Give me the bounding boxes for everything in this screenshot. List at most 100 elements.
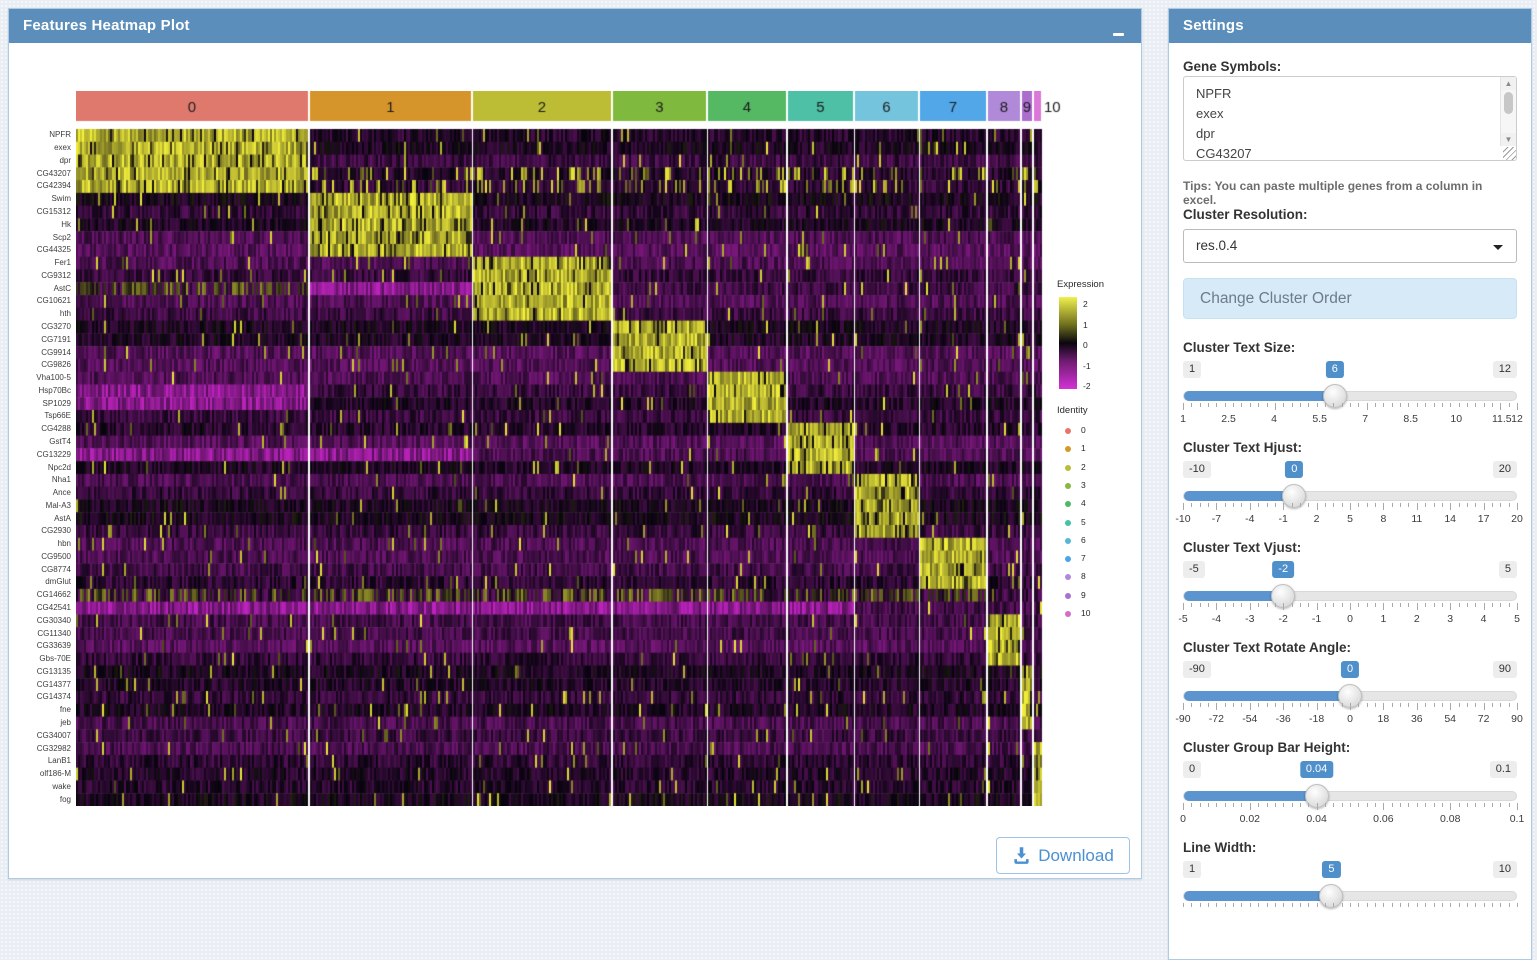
slider-tick	[1484, 903, 1485, 907]
slider-tick	[1191, 503, 1192, 507]
slider-tick	[1450, 803, 1451, 810]
slider-tick	[1216, 803, 1217, 807]
identity-legend: Identity 012345678910	[1057, 405, 1147, 635]
slider-tick	[1509, 703, 1510, 707]
slider-tick	[1233, 703, 1234, 707]
minimize-button[interactable]	[1105, 9, 1131, 43]
slider-tick	[1350, 603, 1351, 610]
gene-label: CG14374	[9, 693, 71, 701]
slider-tick	[1392, 803, 1393, 807]
identity-label: 3	[1081, 480, 1086, 490]
slider-track[interactable]	[1183, 391, 1517, 401]
slider-tick	[1325, 403, 1326, 407]
slider-tick-label: 2	[1314, 513, 1320, 525]
slider-tick	[1375, 803, 1376, 807]
slider-tick	[1367, 503, 1368, 507]
slider-tick	[1400, 903, 1401, 907]
gene-label: CG42394	[9, 182, 71, 190]
slider-tick	[1375, 403, 1376, 407]
scroll-up-icon[interactable]: ▲	[1501, 77, 1516, 90]
slider-tick	[1434, 503, 1435, 507]
slider-fill	[1184, 691, 1350, 701]
gene-symbols-input[interactable]: NPFR exex dpr CG43207	[1183, 76, 1517, 161]
gene-label: Hsp70Bc	[9, 387, 71, 395]
slider-tick	[1233, 503, 1234, 507]
slider-label: Cluster Text Rotate Angle:	[1183, 640, 1517, 655]
slider-tick	[1208, 703, 1209, 707]
slider-track[interactable]	[1183, 491, 1517, 501]
cluster-resolution-select[interactable]: res.0.4	[1183, 229, 1517, 263]
slider-tick	[1250, 603, 1251, 610]
slider-tick-labels: 12.545.578.51011.512	[1183, 413, 1517, 427]
slider-tick-label: 10	[1450, 413, 1462, 425]
slider-tick	[1283, 903, 1284, 907]
slider-tick	[1350, 703, 1351, 710]
slider-tick	[1400, 503, 1401, 507]
gene-label: fog	[9, 796, 71, 804]
slider-tick	[1467, 703, 1468, 707]
textarea-scrollbar[interactable]: ▲ ▼	[1500, 77, 1516, 146]
identity-label: 7	[1081, 553, 1086, 563]
slider-tick-label: 8.5	[1403, 413, 1418, 425]
gene-label: Mal-A3	[9, 502, 71, 510]
gene-label: CG32982	[9, 745, 71, 753]
cluster-resolution-label: Cluster Resolution:	[1183, 207, 1517, 222]
gene-label: CG13229	[9, 451, 71, 459]
slider-tick	[1500, 903, 1501, 907]
slider-tick	[1417, 903, 1418, 907]
gene-label: GstT4	[9, 438, 71, 446]
slider-tick	[1325, 603, 1326, 607]
slider-tick	[1250, 703, 1251, 710]
slider-tick	[1475, 503, 1476, 507]
slider-tick	[1183, 703, 1184, 710]
gene-label: Ance	[9, 489, 71, 497]
slider-label: Line Width:	[1183, 840, 1517, 855]
slider-tick	[1442, 503, 1443, 507]
slider-tick	[1467, 403, 1468, 407]
slider-cluster-text-rotate-angle-: -90900-90-72-54-36-1801836547290	[1183, 661, 1517, 729]
resize-handle[interactable]	[1503, 147, 1516, 160]
slider-tick-label: 17	[1478, 513, 1490, 525]
slider-tick	[1417, 803, 1418, 807]
gene-label: Hk	[9, 221, 71, 229]
heatmap-panel-title: Features Heatmap Plot	[9, 9, 1141, 43]
slider-line-width-: 1105	[1183, 861, 1517, 929]
slider-tick	[1317, 803, 1318, 810]
slider-track[interactable]	[1183, 591, 1517, 601]
slider-tick	[1434, 703, 1435, 707]
slider-tick	[1283, 403, 1284, 407]
slider-cluster-text-hjust-: -10200-10-7-4-125811141720	[1183, 461, 1517, 529]
slider-tick	[1300, 803, 1301, 807]
slider-tick	[1233, 603, 1234, 607]
slider-track[interactable]	[1183, 891, 1517, 901]
gene-label: dmGlut	[9, 578, 71, 586]
slider-tick	[1267, 903, 1268, 907]
slider-tick	[1400, 803, 1401, 807]
slider-tick	[1500, 703, 1501, 707]
scrollbar-thumb[interactable]	[1504, 92, 1513, 114]
gene-label: CG9826	[9, 361, 71, 369]
change-cluster-order-button[interactable]: Change Cluster Order	[1183, 278, 1517, 319]
slider-tick	[1342, 403, 1343, 407]
slider-tick	[1300, 403, 1301, 407]
slider-tick-label: -36	[1276, 713, 1291, 725]
slider-tick	[1425, 603, 1426, 607]
slider-max-badge: 5	[1499, 561, 1517, 578]
slider-tick	[1225, 803, 1226, 807]
slider-tick	[1450, 603, 1451, 610]
slider-track[interactable]	[1183, 791, 1517, 801]
identity-dot	[1065, 465, 1071, 471]
scroll-down-icon[interactable]: ▼	[1501, 133, 1516, 146]
download-button[interactable]: Download	[996, 837, 1130, 874]
slider-tick	[1275, 503, 1276, 507]
slider-ticks	[1183, 803, 1517, 811]
slider-tick	[1442, 403, 1443, 407]
gene-label: jeb	[9, 719, 71, 727]
slider-tick	[1200, 603, 1201, 607]
gene-label: CG44325	[9, 246, 71, 254]
slider-tick	[1342, 503, 1343, 507]
slider-tick	[1250, 403, 1251, 407]
slider-tick	[1267, 603, 1268, 607]
slider-tick	[1442, 803, 1443, 807]
identity-label: 1	[1081, 443, 1086, 453]
